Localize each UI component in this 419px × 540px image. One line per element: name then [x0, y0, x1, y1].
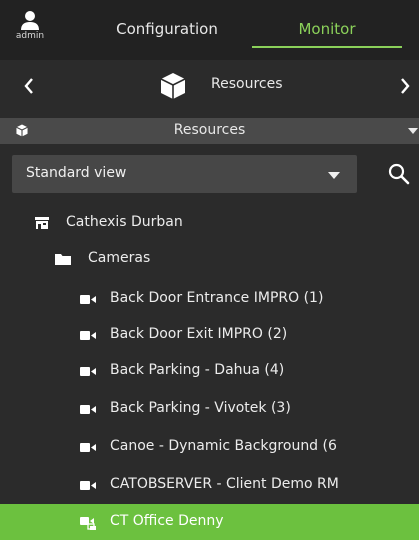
caret-down-icon: [328, 172, 340, 179]
caret-down-icon[interactable]: [408, 128, 418, 134]
camera-item[interactable]: Back Door Entrance IMPRO (1): [0, 281, 419, 317]
user-name: admin: [15, 31, 45, 41]
search-icon[interactable]: [388, 163, 410, 185]
folder-icon: [55, 254, 71, 265]
camera-label: CATOBSERVER - Client Demo RM: [110, 476, 339, 492]
camera-item[interactable]: CATOBSERVER - Client Demo RM: [0, 467, 419, 503]
section-title: Resources: [173, 122, 246, 138]
camera-label: CT Office Denny: [110, 513, 224, 529]
user-menu[interactable]: admin: [8, 10, 52, 50]
camera-icon: [80, 405, 96, 414]
camera-item[interactable]: Back Parking - Dahua (4): [0, 353, 419, 389]
chevron-left-icon[interactable]: [22, 76, 36, 96]
camera-icon: [80, 443, 96, 452]
tree-node-folder[interactable]: Cameras: [0, 241, 419, 277]
cube-icon: [160, 73, 186, 99]
user-icon: [21, 11, 39, 30]
tab-configuration[interactable]: Configuration: [92, 0, 242, 60]
camera-icon: [80, 295, 96, 304]
camera-group-icon: [80, 517, 96, 530]
resource-nav: Resources: [0, 60, 419, 112]
view-select-value: Standard view: [26, 165, 127, 181]
tree-node-label: Cameras: [88, 250, 151, 266]
camera-label: Back Door Entrance IMPRO (1): [110, 290, 324, 306]
view-select[interactable]: Standard view: [12, 155, 357, 193]
camera-icon: [80, 481, 96, 490]
camera-icon: [80, 367, 96, 376]
camera-label: Canoe - Dynamic Background (6: [110, 438, 337, 454]
tab-monitor-label: Monitor: [298, 20, 356, 38]
tab-monitor[interactable]: Monitor: [252, 0, 402, 60]
camera-label: Back Parking - Vivotek (3): [110, 400, 291, 416]
camera-icon: [80, 331, 96, 340]
camera-label: Back Door Exit IMPRO (2): [110, 326, 288, 342]
chevron-right-icon[interactable]: [398, 76, 412, 96]
resources-section-header[interactable]: Resources: [0, 118, 419, 144]
camera-item-selected[interactable]: CT Office Denny: [0, 504, 419, 540]
tree-node-label: Cathexis Durban: [66, 214, 183, 230]
nav-title: Resources: [211, 76, 283, 92]
server-icon: [35, 217, 49, 229]
camera-item[interactable]: Canoe - Dynamic Background (6: [0, 429, 419, 465]
camera-item[interactable]: Back Parking - Vivotek (3): [0, 391, 419, 427]
active-tab-underline: [252, 46, 402, 48]
tree-node-site[interactable]: Cathexis Durban: [0, 205, 419, 241]
camera-item[interactable]: Back Door Exit IMPRO (2): [0, 317, 419, 353]
top-bar: admin Configuration Monitor: [0, 0, 419, 60]
camera-label: Back Parking - Dahua (4): [110, 362, 285, 378]
